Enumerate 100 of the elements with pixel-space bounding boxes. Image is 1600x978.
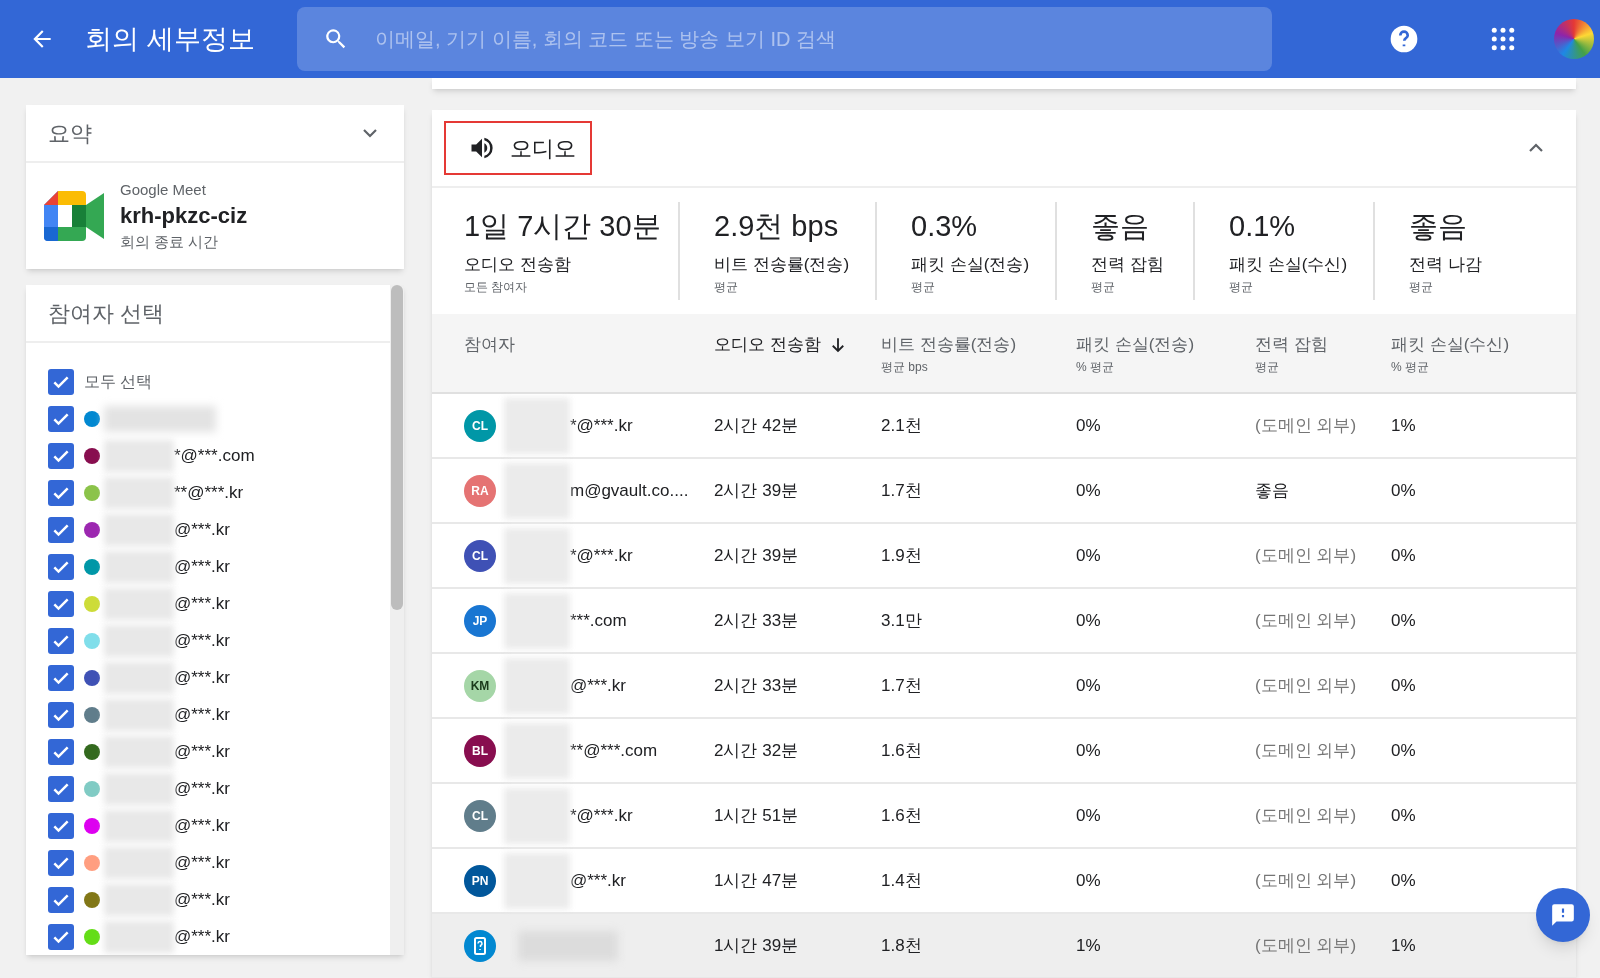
stat-label: 전력 나감 xyxy=(1409,254,1483,276)
participant-email: @***.kr xyxy=(174,740,230,763)
participant-email: @***.kr xyxy=(174,703,230,726)
column-header[interactable]: 비트 전송률(전송) xyxy=(881,332,1017,358)
stat-label: 패킷 손실(수신) xyxy=(1229,254,1349,276)
column-sublabel: % 평균 xyxy=(1076,358,1115,376)
table-cell-text: (도메인 외부) xyxy=(1255,804,1358,827)
table-cell-text: 0% xyxy=(1391,544,1417,567)
stat-sublabel: 평균 xyxy=(714,278,739,296)
table-cell-text: 0% xyxy=(1076,869,1102,892)
app-name: Google Meet xyxy=(120,179,207,200)
checkbox[interactable] xyxy=(48,886,74,913)
checkbox[interactable] xyxy=(48,516,74,543)
search-field[interactable]: 이메일, 기기 이름, 회의 코드 또는 방송 보기 ID 검색 xyxy=(297,7,1272,71)
table-cell-text: (도메인 외부) xyxy=(1255,739,1358,762)
table-row[interactable]: KM @***.kr 2시간 33분 1.7천 0% (도메인 외부) 0% xyxy=(432,654,1576,719)
avatar: CL xyxy=(464,539,496,572)
participant-email: @***.kr xyxy=(174,777,230,800)
table-cell-text: (도메인 외부) xyxy=(1255,544,1358,567)
stat-sublabel: 평균 xyxy=(1409,278,1434,296)
participant-email: @***.kr xyxy=(174,555,230,578)
stat-label: 전력 잡힘 xyxy=(1091,254,1165,276)
checkbox[interactable] xyxy=(48,738,74,765)
table-cell-text: 2시간 33분 xyxy=(714,609,800,632)
table-cell-text: 3.1만 xyxy=(881,609,923,632)
table-cell-text: (도메인 외부) xyxy=(1255,934,1358,957)
checkbox[interactable] xyxy=(48,849,74,876)
participant-email: @***.kr xyxy=(174,666,230,689)
checkbox[interactable] xyxy=(48,479,74,506)
scrollbar-thumb[interactable] xyxy=(391,285,403,610)
column-header[interactable]: 참여자 xyxy=(464,332,515,358)
participant-email: **@***.com xyxy=(570,739,658,762)
stat-sublabel: 평균 xyxy=(1091,278,1116,296)
checkbox-label: 모두 선택 xyxy=(84,371,153,392)
checkbox[interactable] xyxy=(48,405,74,432)
table-cell-text: 1시간 39분 xyxy=(714,934,800,957)
table-cell-text: 0% xyxy=(1076,544,1102,567)
table-row[interactable]: PN @***.kr 1시간 47분 1.4천 0% (도메인 외부) 0% xyxy=(432,849,1576,914)
table-row[interactable]: CL *@***.kr 1시간 51분 1.6천 0% (도메인 외부) 0% xyxy=(432,784,1576,849)
participant-email: @***.kr xyxy=(174,888,230,911)
column-header[interactable]: 패킷 손실(전송) xyxy=(1076,332,1195,358)
card-title: 요약 xyxy=(48,119,92,148)
checkbox[interactable] xyxy=(48,553,74,580)
stat-label: 비트 전송률(전송) xyxy=(714,254,851,276)
selected-table-row[interactable]: 1시간 39분 1.8천 1% (도메인 외부) 1% xyxy=(432,914,1576,978)
checkbox[interactable] xyxy=(48,590,74,617)
checkbox[interactable] xyxy=(48,812,74,839)
checkbox[interactable] xyxy=(48,664,74,691)
account-avatar[interactable] xyxy=(1554,19,1594,59)
checkbox[interactable] xyxy=(48,627,74,654)
stat-value: 좋음 xyxy=(1409,209,1468,244)
stat-label: 패킷 손실(전송) xyxy=(911,254,1031,276)
table-cell-text: 0% xyxy=(1076,739,1102,762)
table-row[interactable]: JP ***.com 2시간 33분 3.1만 0% (도메인 외부) 0% xyxy=(432,589,1576,654)
checkbox[interactable] xyxy=(48,701,74,728)
table-cell-text: (도메인 외부) xyxy=(1255,674,1358,697)
table-cell-text: 1.8천 xyxy=(881,934,923,957)
column-header[interactable]: 전력 잡힘 xyxy=(1255,332,1328,358)
table-cell-text: 1.7천 xyxy=(881,479,923,502)
table-cell-text: 0% xyxy=(1391,674,1417,697)
participant-email: *@***.com xyxy=(174,444,255,467)
participant-email: *@***.kr xyxy=(570,414,633,437)
table-cell-text: 1% xyxy=(1391,414,1417,437)
stat-sublabel: 모든 참여자 xyxy=(464,278,529,296)
stat-value: 2.9천 bps xyxy=(714,209,840,244)
participant-email: ***.com xyxy=(570,609,627,632)
page-title: 회의 세부정보 xyxy=(85,22,256,56)
table-cell-text: 1.6천 xyxy=(881,739,923,762)
search-input: 이메일, 기기 이름, 회의 코드 또는 방송 보기 ID 검색 xyxy=(375,24,1272,54)
participant-email: **@***.kr xyxy=(174,481,244,504)
checkbox[interactable] xyxy=(48,368,74,395)
table-cell-text: (도메인 외부) xyxy=(1255,609,1358,632)
participant-email: m@gvault.co.... xyxy=(570,479,689,502)
table-row[interactable]: RA m@gvault.co.... 2시간 39분 1.7천 0% 좋음 0% xyxy=(432,459,1576,524)
table-cell-text: 0% xyxy=(1391,804,1417,827)
stat-value: 좋음 xyxy=(1091,209,1150,244)
participant-email: @***.kr xyxy=(174,925,230,948)
table-row[interactable]: CL *@***.kr 2시간 42분 2.1천 0% (도메인 외부) 1% xyxy=(432,394,1576,459)
participant-email: *@***.kr xyxy=(570,544,633,567)
section-title: 오디오 xyxy=(510,134,576,163)
avatar: PN xyxy=(464,864,496,897)
checkbox[interactable] xyxy=(48,442,74,469)
column-header[interactable]: 패킷 손실(수신) xyxy=(1391,332,1510,358)
help-button[interactable] xyxy=(1388,23,1420,55)
table-cell-text: 2시간 39분 xyxy=(714,544,800,567)
table-cell-text: 2시간 39분 xyxy=(714,479,800,502)
card-title: 참여자 선택 xyxy=(48,299,165,328)
checkbox[interactable] xyxy=(48,775,74,802)
column-header[interactable]: 오디오 전송함 xyxy=(714,332,821,358)
stat-sublabel: 평균 xyxy=(1229,278,1254,296)
table-row[interactable]: BL **@***.com 2시간 32분 1.6천 0% (도메인 외부) 0% xyxy=(432,719,1576,784)
participant-email: @***.kr xyxy=(174,629,230,652)
stat-value: 0.1% xyxy=(1229,209,1297,244)
avatar: CL xyxy=(464,409,496,442)
checkbox[interactable] xyxy=(48,923,74,950)
table-cell-text: 0% xyxy=(1076,479,1102,502)
table-cell-text: 0% xyxy=(1391,739,1417,762)
table-row[interactable]: CL *@***.kr 2시간 39분 1.9천 0% (도메인 외부) 0% xyxy=(432,524,1576,589)
table-cell-text: 2시간 32분 xyxy=(714,739,800,762)
stat-sublabel: 평균 xyxy=(911,278,936,296)
